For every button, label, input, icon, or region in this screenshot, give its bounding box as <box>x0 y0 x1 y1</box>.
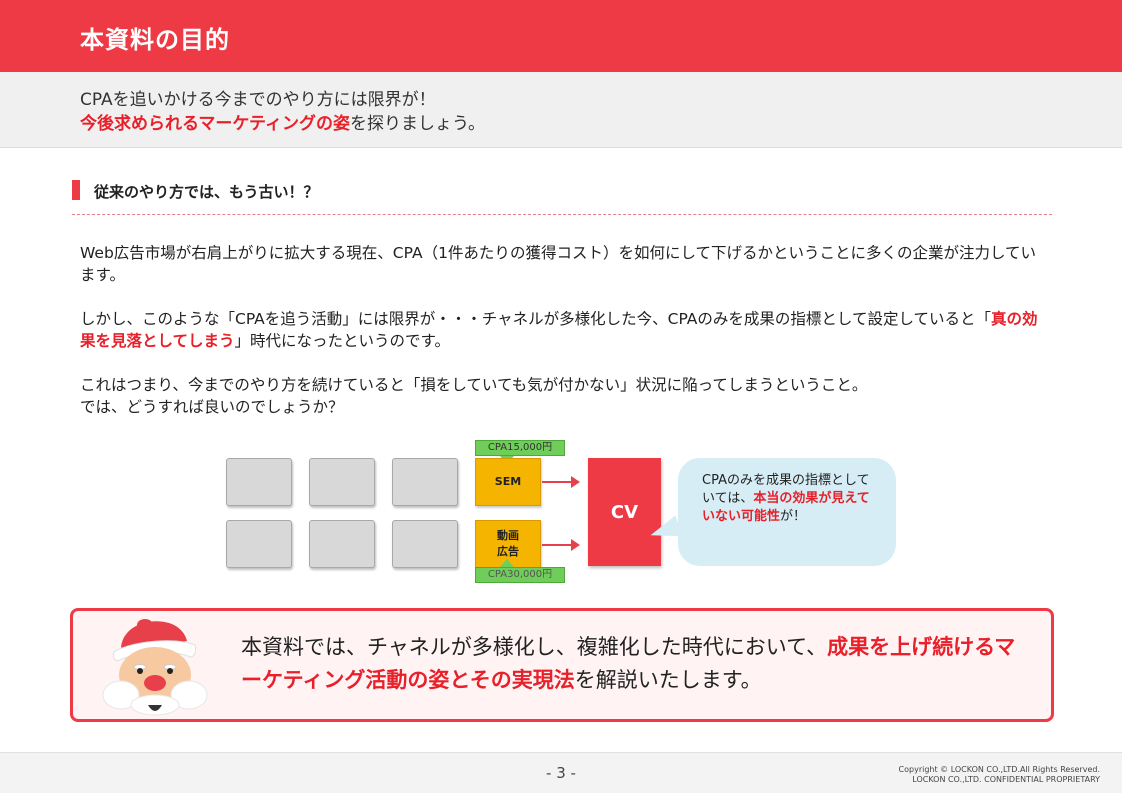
paragraph-3-line-1: これはつまり、今までのやり方を続けていると「損をしていても気が付かない」状況に陥… <box>80 376 868 394</box>
summary-text-pre: 本資料では、チャネルが多様化し、複雑化した時代において、 <box>241 635 828 659</box>
subheader-line-2: 今後求められるマーケティングの姿を探りましょう。 <box>80 109 485 134</box>
section-heading-text: 従来のやり方では、もう古い！？ <box>94 183 319 201</box>
speech-bubble: CPAのみを成果の指標としていては、本当の効果が見えていない可能性が！ <box>678 458 896 566</box>
slide-header: 本資料の目的 <box>0 0 1122 72</box>
sem-box: SEM <box>475 458 541 506</box>
paragraph-2-post: 」時代になったというのです。 <box>234 332 450 350</box>
paragraph-2: しかし、このような「CPAを追う活動」には限界が・・・チャネルが多様化した今、C… <box>80 308 1050 352</box>
video-ad-label: 動画 広告 <box>497 528 519 560</box>
video-ad-label-2: 広告 <box>497 545 519 558</box>
paragraph-3: これはつまり、今までのやり方を続けていると「損をしていても気が付かない」状況に陥… <box>80 374 1050 418</box>
summary-text: 本資料では、チャネルが多様化し、複雑化した時代において、成果を上げ続けるマーケテ… <box>241 631 1021 697</box>
arrow-sem-to-cv <box>542 476 580 488</box>
cpa-label-sem: CPA15,000円 <box>475 440 565 456</box>
cv-box: CV <box>588 458 661 566</box>
subheader-rest: を探りましょう。 <box>349 114 485 134</box>
bubble-text-post: が！ <box>780 509 807 524</box>
slide-footer: - 3 - Copyright © LOCKON CO.,LTD.All Rig… <box>0 752 1122 793</box>
channel-box-gray <box>309 458 375 506</box>
subheader-highlight: 今後求められるマーケティングの姿 <box>80 114 350 134</box>
santa-mascot-icon <box>102 619 208 716</box>
body-text: Web広告市場が右肩上がりに拡大する現在、CPA（1件あたりの獲得コスト）を如何… <box>80 242 1050 440</box>
confidential-line: LOCKON CO.,LTD. CONFIDENTIAL PROPRIETARY <box>912 775 1100 784</box>
summary-callout: 本資料では、チャネルが多様化し、複雑化した時代において、成果を上げ続けるマーケテ… <box>70 608 1054 722</box>
subheader-line-1: CPAを追いかける今までのやり方には限界が！ <box>80 90 436 110</box>
subheader: CPAを追いかける今までのやり方には限界が！ 今後求められるマーケティングの姿を… <box>0 72 1122 148</box>
cv-label: CV <box>610 501 639 523</box>
channel-box-gray <box>392 458 458 506</box>
page-title: 本資料の目的 <box>80 26 230 54</box>
summary-text-post: を解説いたします。 <box>574 668 762 692</box>
channel-box-gray <box>226 520 292 568</box>
copyright-notice: Copyright © LOCKON CO.,LTD.All Rights Re… <box>899 765 1100 785</box>
paragraph-1: Web広告市場が右肩上がりに拡大する現在、CPA（1件あたりの獲得コスト）を如何… <box>80 244 1037 284</box>
channel-box-gray <box>309 520 375 568</box>
section-marker <box>72 180 80 200</box>
section-divider <box>72 214 1052 215</box>
channel-box-gray <box>392 520 458 568</box>
arrow-video-to-cv <box>542 539 580 551</box>
copyright-line: Copyright © LOCKON CO.,LTD.All Rights Re… <box>898 765 1100 774</box>
paragraph-2-pre: しかし、このような「CPAを追う活動」には限界が・・・チャネルが多様化した今、C… <box>80 310 991 328</box>
cpa-pointer-video <box>500 559 514 567</box>
channel-box-gray <box>226 458 292 506</box>
cpa-label-video: CPA30,000円 <box>475 567 565 583</box>
video-ad-label-1: 動画 <box>497 529 519 542</box>
sem-label: SEM <box>494 475 522 488</box>
paragraph-3-line-2: では、どうすれば良いのでしょうか？ <box>80 398 344 416</box>
